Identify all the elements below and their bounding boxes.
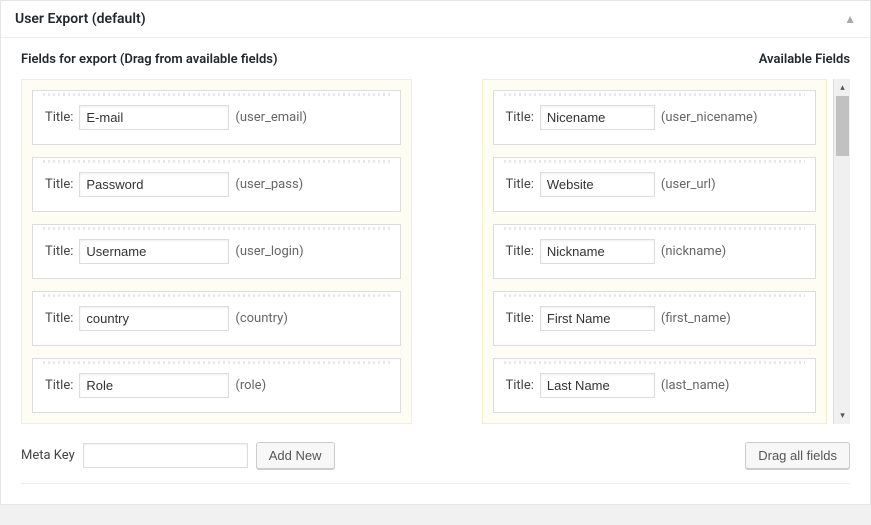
field-slug: (user_url) — [661, 177, 716, 192]
panel-title: User Export (default) — [15, 11, 146, 27]
field-title-input[interactable] — [540, 172, 655, 197]
field-slug: (last_name) — [661, 378, 730, 393]
field-card[interactable]: Title: (user_url) — [493, 157, 817, 212]
export-fields-zone[interactable]: Title: (user_email) Title: (user_pass) T… — [21, 79, 412, 424]
field-card[interactable]: Title: (last_name) — [493, 358, 817, 413]
field-title-label: Title: — [45, 244, 73, 259]
field-slug: (first_name) — [661, 311, 731, 326]
bottom-row: Meta Key Add New Drag all fields — [21, 442, 850, 484]
field-slug: (nickname) — [661, 244, 726, 259]
field-title-label: Title: — [45, 110, 73, 125]
field-title-input[interactable] — [540, 239, 655, 264]
panel-header: User Export (default) ▲ — [1, 1, 870, 38]
field-slug: (country) — [235, 311, 287, 326]
scroll-up-icon[interactable]: ▴ — [834, 79, 851, 96]
field-title-input[interactable] — [79, 172, 229, 197]
field-title-label: Title: — [506, 311, 534, 326]
field-title-input[interactable] — [79, 239, 229, 264]
field-title-input[interactable] — [540, 306, 655, 331]
available-fields-heading: Available Fields — [759, 52, 850, 67]
field-title-input[interactable] — [79, 105, 229, 130]
field-card[interactable]: Title: (user_nicename) — [493, 90, 817, 145]
field-card[interactable]: Title: (role) — [32, 358, 401, 413]
field-slug: (user_email) — [235, 110, 307, 125]
field-title-input[interactable] — [79, 306, 229, 331]
field-title-input[interactable] — [79, 373, 229, 398]
export-fields-heading: Fields for export (Drag from available f… — [21, 52, 278, 67]
meta-key-group: Meta Key Add New — [21, 442, 335, 469]
field-title-label: Title: — [45, 378, 73, 393]
meta-key-label: Meta Key — [21, 448, 75, 463]
field-title-label: Title: — [506, 244, 534, 259]
available-fields-zone[interactable]: Title: (user_nicename) Title: (user_url)… — [482, 79, 828, 424]
section-headings: Fields for export (Drag from available f… — [21, 52, 850, 67]
add-new-button[interactable]: Add New — [256, 442, 335, 469]
scroll-down-icon[interactable]: ▾ — [834, 407, 851, 424]
field-title-input[interactable] — [540, 105, 655, 130]
field-card[interactable]: Title: (country) — [32, 291, 401, 346]
field-slug: (user_nicename) — [661, 110, 758, 125]
scrollbar-thumb[interactable] — [836, 96, 849, 156]
field-card[interactable]: Title: (nickname) — [493, 224, 817, 279]
panel-body: Fields for export (Drag from available f… — [1, 38, 870, 504]
field-card[interactable]: Title: (user_email) — [32, 90, 401, 145]
field-slug: (role) — [235, 378, 266, 393]
collapse-toggle-icon[interactable]: ▲ — [844, 12, 856, 26]
drag-all-fields-button[interactable]: Drag all fields — [745, 442, 850, 469]
field-title-label: Title: — [506, 177, 534, 192]
field-title-label: Title: — [45, 177, 73, 192]
field-title-input[interactable] — [540, 373, 655, 398]
scrollbar[interactable]: ▴ ▾ — [833, 79, 850, 424]
field-card[interactable]: Title: (user_pass) — [32, 157, 401, 212]
available-wrap: Title: (user_nicename) Title: (user_url)… — [482, 79, 851, 424]
field-slug: (user_login) — [235, 244, 303, 259]
user-export-panel: User Export (default) ▲ Fields for expor… — [0, 0, 871, 505]
field-title-label: Title: — [506, 110, 534, 125]
field-title-label: Title: — [45, 311, 73, 326]
field-title-label: Title: — [506, 378, 534, 393]
meta-key-input[interactable] — [83, 443, 248, 468]
field-card[interactable]: Title: (first_name) — [493, 291, 817, 346]
field-slug: (user_pass) — [235, 177, 303, 192]
columns: Title: (user_email) Title: (user_pass) T… — [21, 79, 850, 424]
field-card[interactable]: Title: (user_login) — [32, 224, 401, 279]
